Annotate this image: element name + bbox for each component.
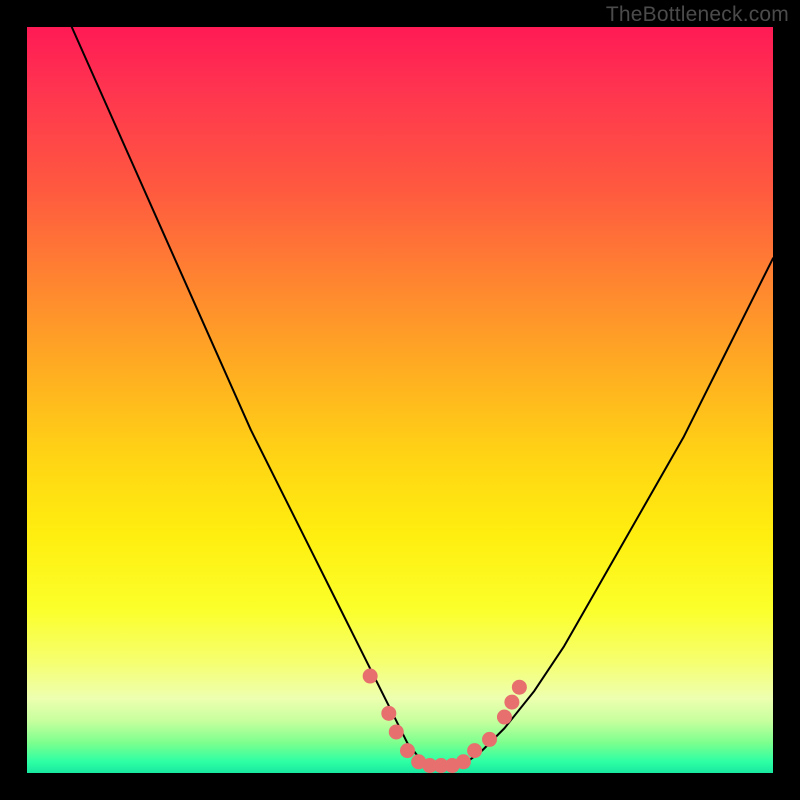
- chart-frame: TheBottleneck.com: [0, 0, 800, 800]
- curve-marker: [456, 754, 471, 769]
- curve-group: [72, 27, 773, 766]
- plot-area: [27, 27, 773, 773]
- curve-marker: [467, 743, 482, 758]
- curve-marker: [497, 710, 512, 725]
- curve-marker: [512, 680, 527, 695]
- curve-marker: [482, 732, 497, 747]
- curve-marker: [363, 669, 378, 684]
- curve-marker: [389, 724, 404, 739]
- marker-group: [363, 669, 527, 774]
- curve-marker: [504, 695, 519, 710]
- watermark-text: TheBottleneck.com: [606, 3, 789, 27]
- bottleneck-curve: [72, 27, 773, 766]
- curve-marker: [381, 706, 396, 721]
- curve-marker: [400, 743, 415, 758]
- bottleneck-plot-svg: [27, 27, 773, 773]
